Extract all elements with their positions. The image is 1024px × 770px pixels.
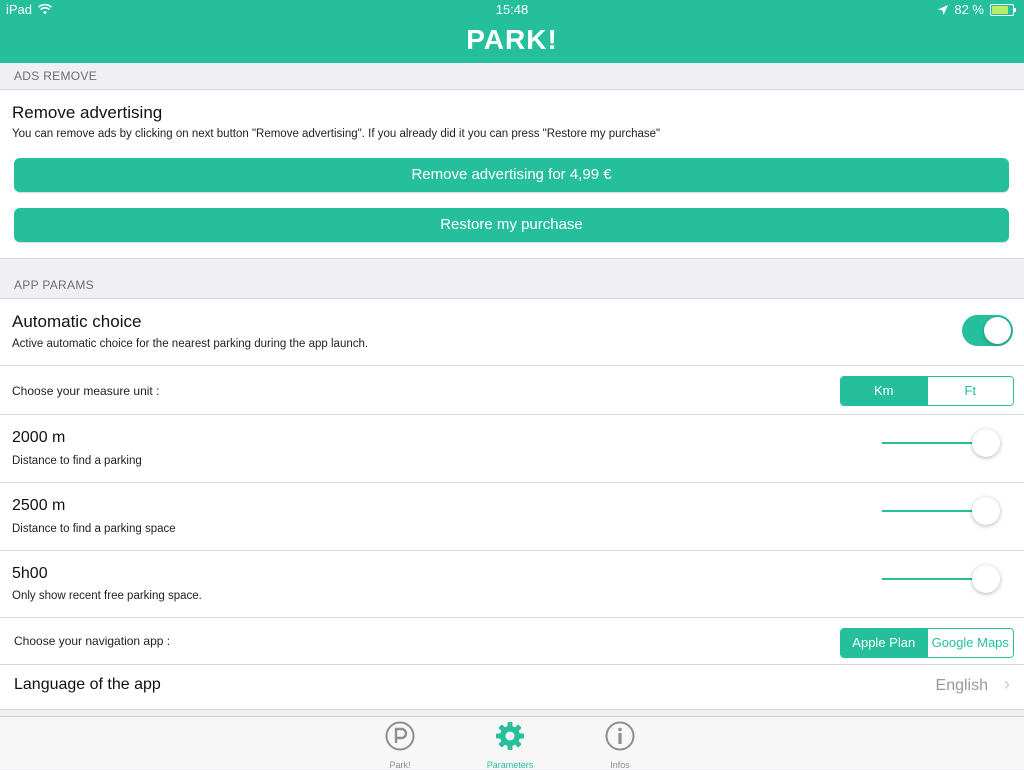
tab-infos[interactable]: Infos [580,721,660,770]
tab-parameters[interactable]: Parameters [470,721,550,770]
ads-section-header: ADS REMOVE [0,63,1024,90]
tab-infos-label: Infos [610,760,630,770]
restore-purchase-button[interactable]: Restore my purchase [14,208,1009,242]
distance-parking-description: Distance to find a parking [12,455,142,467]
remove-ads-description: You can remove ads by clicking on next b… [12,128,661,140]
slider-thumb[interactable] [972,497,1000,525]
remove-ads-title: Remove advertising [12,103,163,122]
row-divider [0,482,1024,483]
ads-section-title: ADS REMOVE [14,69,98,83]
remove-ads-button[interactable]: Remove advertising for 4,99 € [14,158,1009,192]
apple-plan-option[interactable]: Apple Plan [841,629,927,657]
app-params-section-title: APP PARAMS [14,278,94,292]
gear-icon [496,722,524,750]
app-title: PARK! [466,24,558,55]
measure-unit-segmented: Km Ft [840,376,1014,406]
navigation-app-segmented: Apple Plan Google Maps [840,628,1014,658]
status-time: 15:48 [495,2,529,17]
slider-track [882,510,986,512]
language-label: Language of the app [14,676,161,693]
automatic-choice-description: Active automatic choice for the nearest … [12,338,369,350]
parking-icon [385,721,415,751]
toggle-knob [984,317,1011,344]
app-header: iPad 15:48 82 % PARK! [0,0,1024,63]
slider-track [882,442,986,444]
unit-ft-option[interactable]: Ft [926,377,1013,405]
unit-km-option[interactable]: Km [841,377,927,405]
automatic-choice-title: Automatic choice [12,312,142,331]
language-value: English [935,677,988,694]
row-divider [0,365,1024,366]
slider-thumb[interactable] [972,429,1000,457]
distance-parking-value: 2000 m [12,429,66,446]
recent-time-slider[interactable] [882,564,1012,594]
distance-space-value: 2500 m [12,497,66,514]
row-divider [0,550,1024,551]
recent-time-value: 5h00 [12,565,48,582]
ads-block: Remove advertising You can remove ads by… [0,90,1024,258]
status-bar-right: 82 % [938,2,1016,17]
tab-bar: Park! Parameters Infos [0,716,1024,770]
battery-percent: 82 % [954,2,984,17]
google-maps-option[interactable]: Google Maps [926,629,1013,657]
distance-space-description: Distance to find a parking space [12,523,176,535]
divider [0,258,1024,259]
row-divider [0,414,1024,415]
automatic-choice-toggle[interactable] [962,315,1013,346]
language-row[interactable]: Language of the app English › [0,665,1024,707]
row-divider [0,617,1024,618]
navigation-app-label: Choose your navigation app : [14,634,171,648]
slider-thumb[interactable] [972,565,1000,593]
chevron-right-icon: › [1004,674,1010,694]
distance-space-slider[interactable] [882,496,1012,526]
app-params-block: Automatic choice Active automatic choice… [0,299,1024,709]
app-params-section-header: APP PARAMS [0,272,1024,299]
battery-icon [990,3,1016,16]
tab-parameters-label: Parameters [486,760,534,770]
recent-time-description: Only show recent free parking space. [12,590,202,602]
tab-park[interactable]: Park! [360,721,440,770]
measure-unit-label: Choose your measure unit : [12,384,160,398]
divider [0,709,1024,710]
tab-park-label: Park! [389,760,411,770]
distance-parking-slider[interactable] [882,428,1012,458]
slider-track [882,578,986,580]
info-icon [605,721,635,751]
location-arrow-icon [938,4,949,15]
